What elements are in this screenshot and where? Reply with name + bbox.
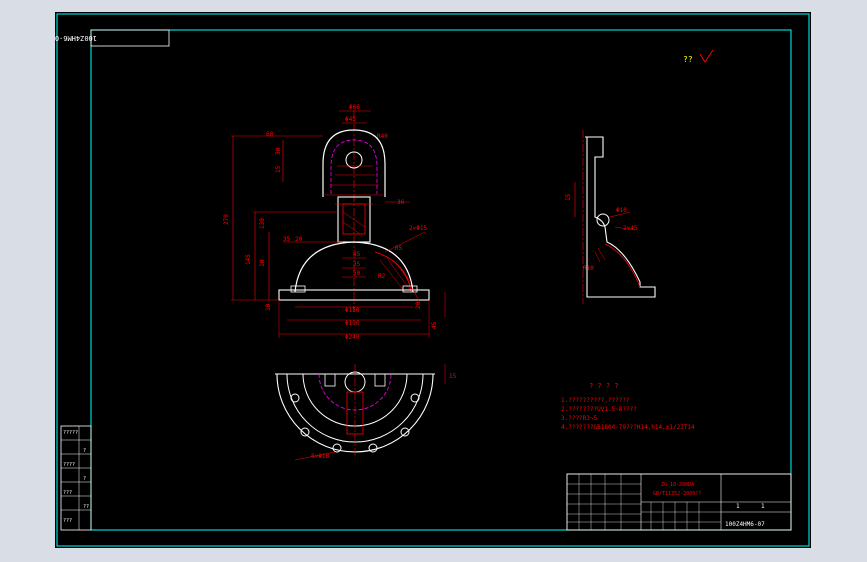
dim-label: 15 <box>565 193 572 201</box>
note-line: 4.???????GB1804-79???H14,h14,±1/2IT14 <box>561 424 695 431</box>
code-box-text: 100Z4HM6-07 <box>55 34 97 42</box>
dim-label: 20 <box>415 301 422 309</box>
sheet-border <box>56 13 810 547</box>
material-text: ZG 10-200DA <box>661 482 694 488</box>
dim-label: R10 <box>583 265 594 272</box>
dim-label: Φ10 <box>616 207 627 214</box>
strip-text: ?? <box>83 504 89 510</box>
roughness-label: ?? <box>683 55 693 64</box>
dim-label: Φ190 <box>345 320 360 327</box>
left-revision-strip: ????? ? ???? ? ??? ?? ??? <box>60 425 92 531</box>
dim-label: Φ66 <box>349 104 360 111</box>
notes-title: ? ? ? ? <box>589 382 619 390</box>
side-view: Φ10 15 R10 2×45 <box>565 130 656 304</box>
dim-label: Φ45 <box>345 116 356 123</box>
strip-text: ???? <box>63 462 75 468</box>
scale-text: 1 <box>736 503 740 510</box>
dim-label: 10 <box>259 259 266 267</box>
dim-label: 60 <box>266 131 274 138</box>
dim-label: 30 <box>275 147 282 155</box>
dim-label: 45 <box>353 251 361 258</box>
drawing-frame <box>90 29 792 531</box>
drawing-number: 100Z4HM6-07 <box>725 521 765 528</box>
technical-notes: ? ? ? ? 1.??????????,?????? 2.????????UV… <box>561 382 695 431</box>
drawing-canvas: 100Z4HM6-07 ?? Φ66 Φ45 60 R40 270 30 15 … <box>55 13 810 547</box>
code-box <box>90 29 170 47</box>
dim-label: 15 <box>449 373 457 380</box>
material-text: GB/T11352-2009?? <box>653 491 701 497</box>
strip-text: ? <box>83 476 86 482</box>
roughness-symbol-icon <box>699 49 714 63</box>
dim-label: R40 <box>377 133 388 140</box>
note-line: 2.????????UV1.5~8???? <box>561 406 637 413</box>
front-view: Φ66 Φ45 60 R40 270 30 15 35 10 145 130 2… <box>223 104 446 341</box>
strip-text: ? <box>83 448 86 454</box>
dim-label: 15 <box>275 165 282 173</box>
dim-label: 2×45 <box>623 225 638 232</box>
dim-label: 8×Φ18 <box>311 453 329 460</box>
dim-label: 45 <box>431 321 438 329</box>
sheet-text: 1 <box>761 503 765 510</box>
dim-label: Φ150 <box>345 307 360 314</box>
title-block: ZG 10-200DA GB/T11352-2009?? 1 1 100Z4HM… <box>566 473 792 531</box>
dim-label: 270 <box>223 214 230 225</box>
plan-view: 8×Φ18 15 <box>275 364 457 461</box>
strip-text: ????? <box>63 430 78 436</box>
dim-label: 145 <box>245 254 252 265</box>
strip-text: ??? <box>63 518 72 524</box>
dim-label: 35 <box>353 261 361 268</box>
strip-text: ??? <box>63 490 72 496</box>
dim-label: Φ240 <box>345 334 360 341</box>
dim-label: 130 <box>259 218 266 229</box>
dim-label: 20 <box>295 236 303 243</box>
dim-label: 2×Φ15 <box>409 225 427 232</box>
cad-viewport[interactable]: 100Z4HM6-07 ?? Φ66 Φ45 60 R40 270 30 15 … <box>55 12 811 548</box>
note-line: 1.??????????,?????? <box>561 397 630 404</box>
dim-label: R5 <box>395 245 403 252</box>
dim-label: 35 <box>283 236 291 243</box>
dim-label: R2 <box>378 273 386 280</box>
dim-label: 36 <box>397 199 405 206</box>
note-line: 3.????R3~5 <box>561 415 598 422</box>
dim-label: 10 <box>265 303 272 311</box>
dim-label: 50 <box>353 270 361 277</box>
